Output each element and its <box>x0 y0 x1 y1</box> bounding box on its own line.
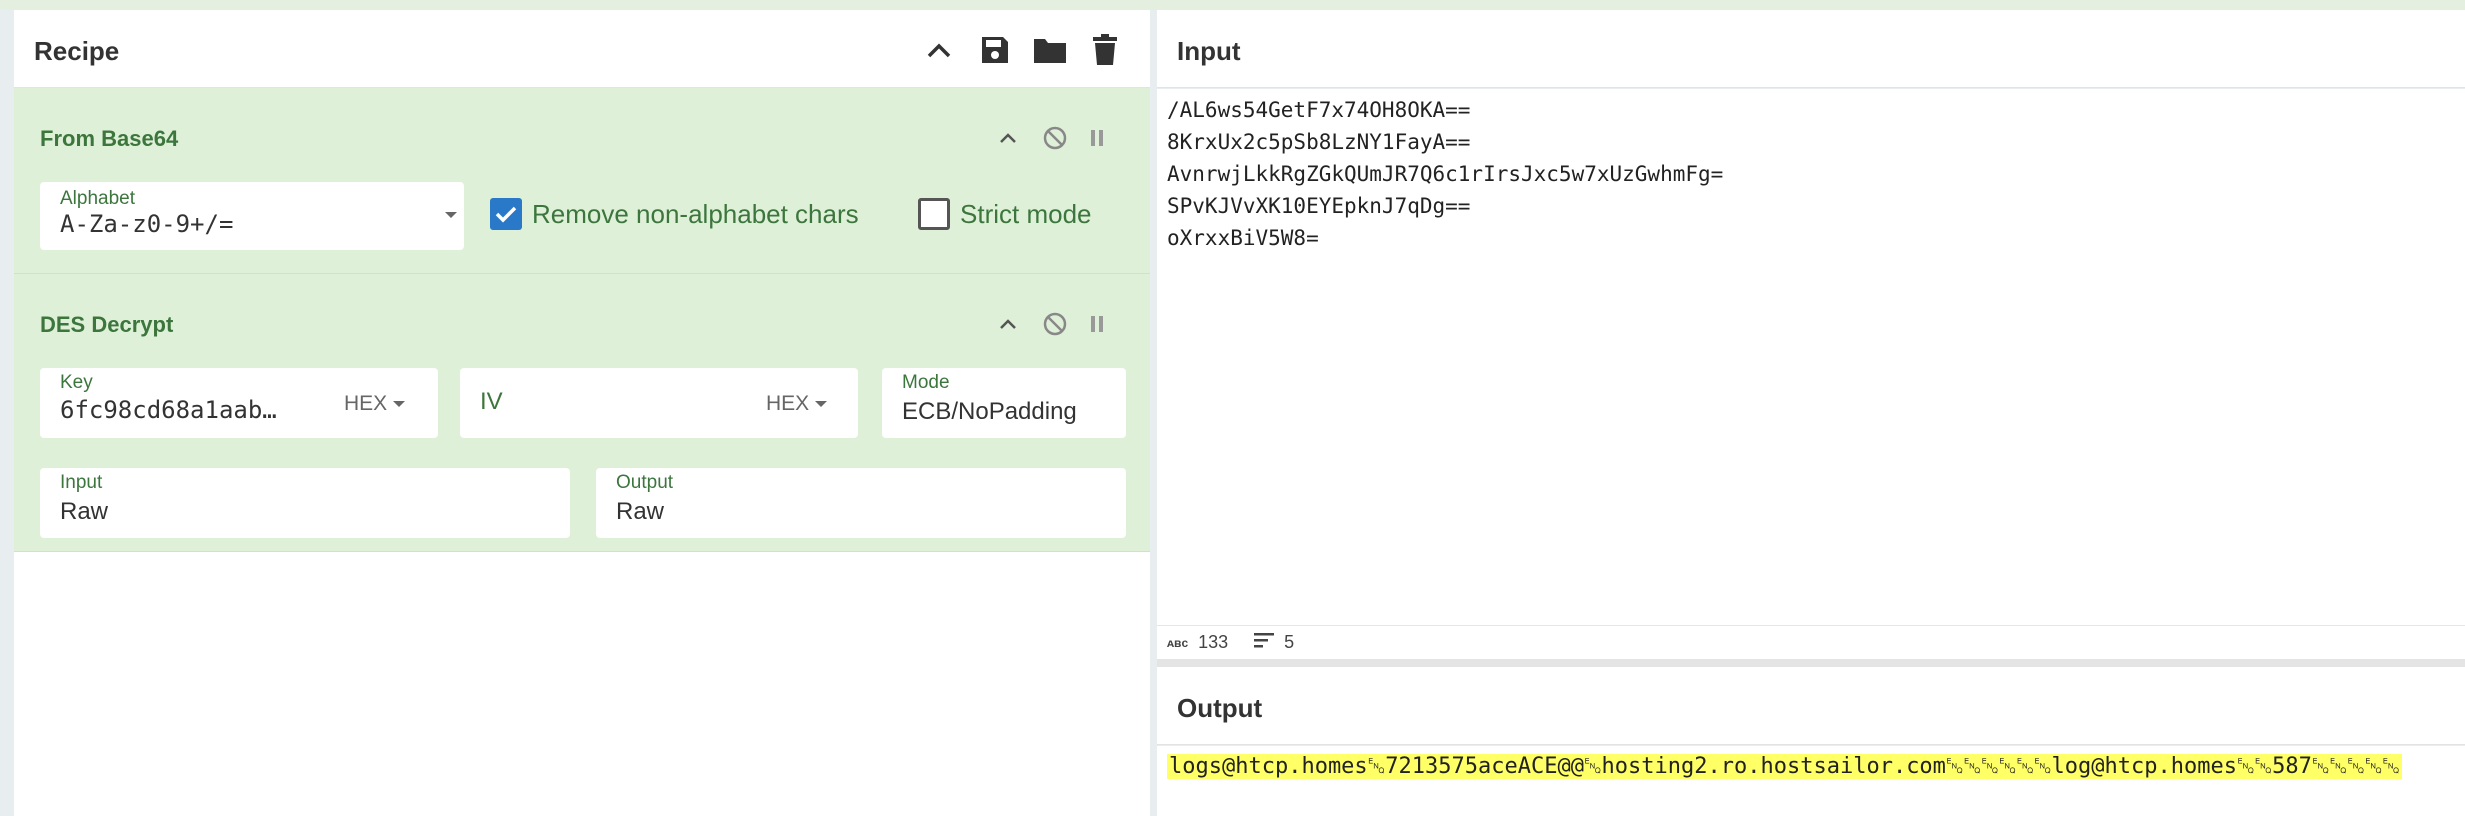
line-count-icon <box>1254 632 1275 653</box>
iv-format-dropdown[interactable]: HEX <box>766 392 828 416</box>
mode-value: ECB/NoPadding <box>902 398 1077 425</box>
key-field[interactable]: Key 6fc98cd68a1aab… HEX <box>40 368 438 438</box>
alphabet-label: Alphabet <box>60 188 136 209</box>
input-line: AvnrwjLkkRgZGkQUmJR7Q6c1rIrsJxc5w7xUzGwh… <box>1167 162 1724 186</box>
alphabet-value: A-Za-z0-9+/= <box>60 210 234 238</box>
collapse-op-icon[interactable] <box>994 310 1022 338</box>
strict-mode-checkbox[interactable]: Strict mode <box>918 198 1092 230</box>
line-count: 5 <box>1284 632 1295 652</box>
input-format-label: Input <box>60 472 103 493</box>
mode-label: Mode <box>902 372 950 393</box>
chevron-down-icon <box>393 401 406 407</box>
key-label: Key <box>60 372 93 393</box>
checkbox-unchecked-icon[interactable] <box>918 198 950 230</box>
remove-non-alphabet-checkbox[interactable]: Remove non-alphabet chars <box>490 198 859 230</box>
input-format-value: Raw <box>60 498 109 525</box>
collapse-op-icon[interactable] <box>994 124 1022 152</box>
iv-label: IV <box>480 388 503 415</box>
breakpoint-icon[interactable] <box>1083 310 1111 338</box>
char-count: 133 <box>1198 632 1229 652</box>
alphabet-field[interactable]: Alphabet A-Za-z0-9+/= <box>40 182 464 250</box>
output-title: Output <box>1177 693 1263 723</box>
iv-format-label: HEX <box>766 392 810 415</box>
input-textarea[interactable]: /AL6ws54GetF7x74OH8OKA== 8KrxUx2c5pSb8Lz… <box>1157 89 2465 625</box>
output-format-field[interactable]: Output Raw <box>596 468 1126 538</box>
input-format-field[interactable]: Input Raw <box>40 468 570 538</box>
key-format-dropdown[interactable]: HEX <box>344 392 406 416</box>
input-line: oXrxxBiV5W8= <box>1167 226 1319 250</box>
chevron-down-icon[interactable] <box>445 212 457 218</box>
op-des-decrypt: DES Decrypt Key 6fc98cd68a1aab… HEX IV H… <box>14 274 1150 552</box>
key-value: 6fc98cd68a1aab… <box>60 396 277 424</box>
input-line: SPvKJVvXK10EYEpknJ7qDg== <box>1167 194 1471 218</box>
recipe-header: Recipe <box>14 10 1150 88</box>
disable-op-icon[interactable] <box>1041 310 1069 338</box>
strict-mode-label: Strict mode <box>960 198 1092 229</box>
save-recipe-icon[interactable] <box>977 32 1013 68</box>
input-line: 8KrxUx2c5pSb8LzNY1FayA== <box>1167 130 1471 154</box>
pane-divider[interactable] <box>1157 659 2465 667</box>
clear-recipe-icon[interactable] <box>1087 32 1123 68</box>
recipe-pane: Recipe From Base64 Alphabet A-Za-z0-9+/= <box>14 10 1150 816</box>
input-line: /AL6ws54GetF7x74OH8OKA== <box>1167 98 1471 122</box>
input-title: Input <box>1177 36 1241 66</box>
collapse-all-icon[interactable] <box>921 32 957 68</box>
output-format-label: Output <box>616 472 674 493</box>
input-header: Input <box>1157 10 2465 88</box>
output-textarea[interactable]: logs@htcp.homes␅7213575aceACE@@␅hosting2… <box>1157 746 2465 816</box>
checkbox-checked-icon[interactable] <box>490 198 522 230</box>
recipe-title: Recipe <box>34 36 120 66</box>
op-title: From Base64 <box>40 126 179 151</box>
char-count-icon: ᴀʙᴄ <box>1167 635 1189 650</box>
output-text: logs@htcp.homes␅7213575aceACE@@␅hosting2… <box>1167 754 2402 779</box>
top-strip <box>0 0 2465 10</box>
disable-op-icon[interactable] <box>1041 124 1069 152</box>
op-from-base64: From Base64 Alphabet A-Za-z0-9+/= Remove… <box>14 88 1150 274</box>
op-title: DES Decrypt <box>40 312 174 337</box>
input-status-bar: ᴀʙᴄ 133 5 <box>1157 625 2465 659</box>
iv-field[interactable]: IV HEX <box>460 368 858 438</box>
key-format-label: HEX <box>344 392 388 415</box>
mode-field[interactable]: Mode ECB/NoPadding <box>882 368 1126 438</box>
breakpoint-icon[interactable] <box>1083 124 1111 152</box>
output-format-value: Raw <box>616 498 665 525</box>
output-header: Output <box>1157 667 2465 745</box>
load-recipe-icon[interactable] <box>1032 32 1068 68</box>
remove-non-alphabet-label: Remove non-alphabet chars <box>532 198 859 229</box>
chevron-down-icon <box>815 401 828 407</box>
